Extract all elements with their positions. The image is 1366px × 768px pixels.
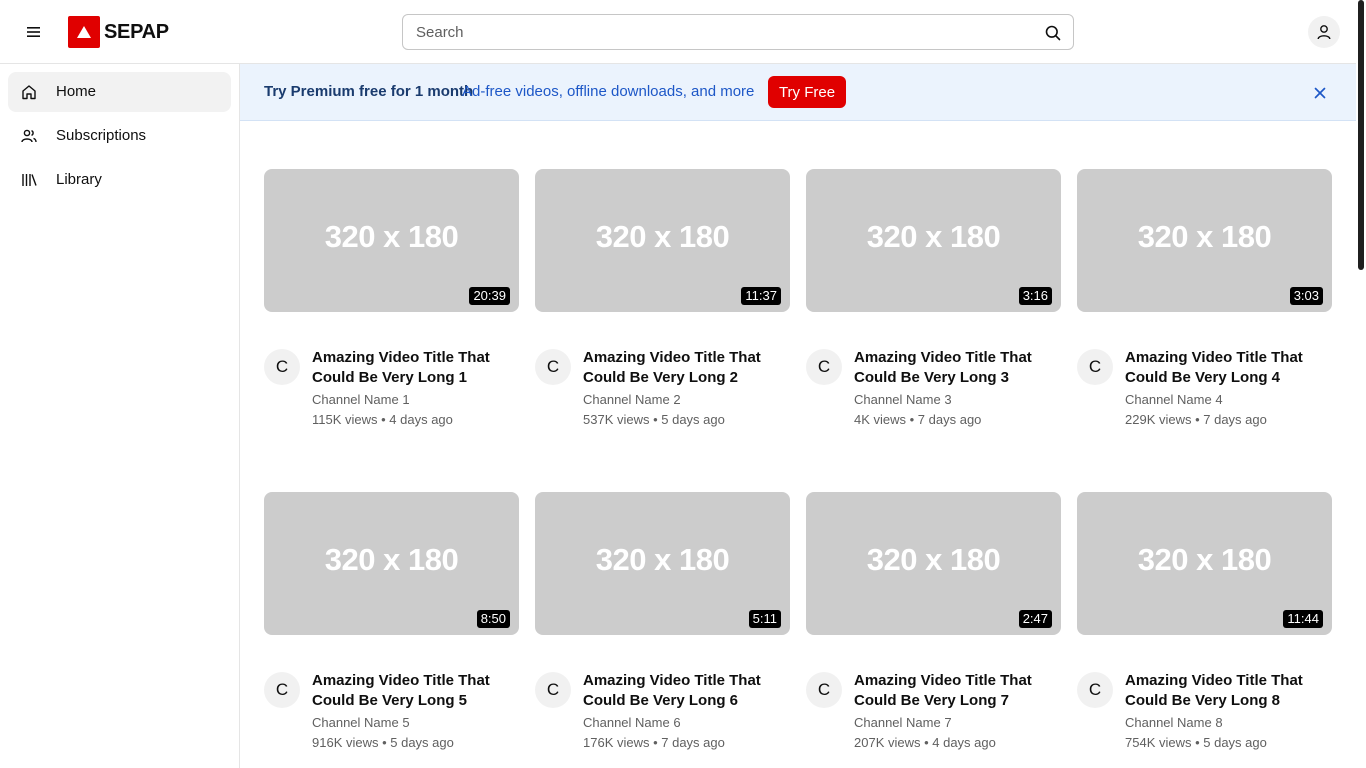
channel-name[interactable]: Channel Name 8 [1125, 715, 1223, 730]
premium-banner: Try Premium free for 1 month Ad-free vid… [240, 64, 1356, 121]
try-free-button[interactable]: Try Free [768, 76, 846, 108]
video-meta: 754K views • 5 days ago [1125, 735, 1267, 750]
video-thumbnail[interactable]: 320 x 180 2:47 [806, 492, 1061, 635]
search-icon [1045, 25, 1061, 41]
video-card[interactable]: 320 x 180 3:03 C Amazing Video Title Tha… [1077, 169, 1332, 439]
video-meta: 229K views • 7 days ago [1125, 412, 1267, 427]
sidebar-item-label: Library [56, 171, 102, 188]
video-title[interactable]: Amazing Video Title That Could Be Very L… [854, 671, 1054, 711]
duration-badge: 2:47 [1018, 610, 1052, 628]
thumbnail-placeholder-text: 320 x 180 [324, 542, 459, 577]
account-button[interactable] [1308, 16, 1340, 48]
thumbnail-placeholder-text: 320 x 180 [1137, 542, 1272, 577]
channel-name[interactable]: Channel Name 7 [854, 715, 952, 730]
video-meta: 537K views • 5 days ago [583, 412, 725, 427]
video-card[interactable]: 320 x 180 20:39 C Amazing Video Title Th… [264, 169, 519, 439]
video-title[interactable]: Amazing Video Title That Could Be Very L… [312, 348, 512, 388]
channel-name[interactable]: Channel Name 1 [312, 392, 410, 407]
video-thumbnail[interactable]: 320 x 180 11:37 [535, 169, 790, 312]
channel-name[interactable]: Channel Name 5 [312, 715, 410, 730]
video-thumbnail[interactable]: 320 x 180 20:39 [264, 169, 519, 312]
thumbnail-placeholder-text: 320 x 180 [324, 219, 459, 254]
video-title[interactable]: Amazing Video Title That Could Be Very L… [583, 348, 783, 388]
channel-avatar[interactable]: C [535, 672, 571, 708]
sidebar-item-label: Subscriptions [56, 127, 147, 144]
duration-badge: 3:16 [1018, 287, 1052, 305]
duration-badge: 11:37 [741, 287, 781, 305]
thumbnail-placeholder-text: 320 x 180 [866, 542, 1001, 577]
video-thumbnail[interactable]: 320 x 180 8:50 [264, 492, 519, 635]
video-meta: 115K views • 4 days ago [312, 412, 453, 427]
home-icon [20, 83, 38, 101]
channel-avatar[interactable]: C [264, 672, 300, 708]
video-card[interactable]: 320 x 180 5:11 C Amazing Video Title Tha… [535, 492, 790, 762]
sidebar-item-subscriptions[interactable]: Subscriptions [8, 116, 231, 156]
thumbnail-placeholder-text: 320 x 180 [595, 219, 730, 254]
video-card[interactable]: 320 x 180 11:44 C Amazing Video Title Th… [1077, 492, 1332, 762]
brand-name: SEPAP [104, 20, 169, 43]
video-meta: 4K views • 7 days ago [854, 412, 982, 427]
brand-logo[interactable]: SEPAP [68, 16, 169, 48]
duration-badge: 5:11 [748, 610, 781, 628]
thumbnail-placeholder-text: 320 x 180 [595, 542, 730, 577]
video-title[interactable]: Amazing Video Title That Could Be Very L… [1125, 348, 1325, 388]
sidebar-item-library[interactable]: Library [8, 160, 231, 200]
hamburger-icon [27, 27, 40, 37]
duration-badge: 11:44 [1283, 610, 1323, 628]
video-card[interactable]: 320 x 180 2:47 C Amazing Video Title Tha… [806, 492, 1061, 762]
video-meta: 916K views • 5 days ago [312, 735, 454, 750]
duration-badge: 20:39 [469, 287, 510, 305]
video-thumbnail[interactable]: 320 x 180 11:44 [1077, 492, 1332, 635]
top-header: SEPAP [0, 0, 1356, 64]
duration-badge: 8:50 [476, 610, 510, 628]
channel-name[interactable]: Channel Name 4 [1125, 392, 1223, 407]
user-icon [1317, 25, 1331, 40]
video-card[interactable]: 320 x 180 3:16 C Amazing Video Title Tha… [806, 169, 1061, 439]
video-title[interactable]: Amazing Video Title That Could Be Very L… [1125, 671, 1325, 711]
search-input[interactable] [404, 16, 1024, 48]
channel-avatar[interactable]: C [1077, 672, 1113, 708]
search-button[interactable] [1041, 21, 1065, 45]
banner-subtitle: Ad-free videos, offline downloads, and m… [462, 83, 755, 100]
channel-avatar[interactable]: C [806, 672, 842, 708]
video-title[interactable]: Amazing Video Title That Could Be Very L… [312, 671, 512, 711]
duration-badge: 3:03 [1289, 287, 1323, 305]
library-icon [20, 171, 38, 189]
logo-triangle-icon [68, 16, 100, 48]
channel-name[interactable]: Channel Name 3 [854, 392, 952, 407]
sidebar-item-label: Home [56, 83, 97, 100]
sidebar-item-home[interactable]: Home [8, 72, 231, 112]
video-thumbnail[interactable]: 320 x 180 3:03 [1077, 169, 1332, 312]
video-title[interactable]: Amazing Video Title That Could Be Very L… [854, 348, 1054, 388]
channel-name[interactable]: Channel Name 6 [583, 715, 681, 730]
channel-avatar[interactable]: C [1077, 349, 1113, 385]
video-meta: 207K views • 4 days ago [854, 735, 996, 750]
banner-title: Try Premium free for 1 month [264, 83, 474, 100]
video-thumbnail[interactable]: 320 x 180 5:11 [535, 492, 790, 635]
close-icon [1314, 87, 1326, 99]
thumbnail-placeholder-text: 320 x 180 [866, 219, 1001, 254]
banner-close-button[interactable] [1310, 83, 1330, 103]
channel-avatar[interactable]: C [535, 349, 571, 385]
channel-name[interactable]: Channel Name 2 [583, 392, 681, 407]
video-title[interactable]: Amazing Video Title That Could Be Very L… [583, 671, 783, 711]
menu-button[interactable] [18, 16, 50, 48]
video-thumbnail[interactable]: 320 x 180 3:16 [806, 169, 1061, 312]
search-box [402, 14, 1074, 50]
channel-avatar[interactable]: C [264, 349, 300, 385]
video-meta: 176K views • 7 days ago [583, 735, 725, 750]
channel-avatar[interactable]: C [806, 349, 842, 385]
video-card[interactable]: 320 x 180 11:37 C Amazing Video Title Th… [535, 169, 790, 439]
video-card[interactable]: 320 x 180 8:50 C Amazing Video Title Tha… [264, 492, 519, 762]
thumbnail-placeholder-text: 320 x 180 [1137, 219, 1272, 254]
subscriptions-icon [20, 127, 38, 145]
page-scrollbar-thumb[interactable] [1358, 0, 1364, 270]
sidebar: Home Subscriptions Library [0, 64, 240, 768]
